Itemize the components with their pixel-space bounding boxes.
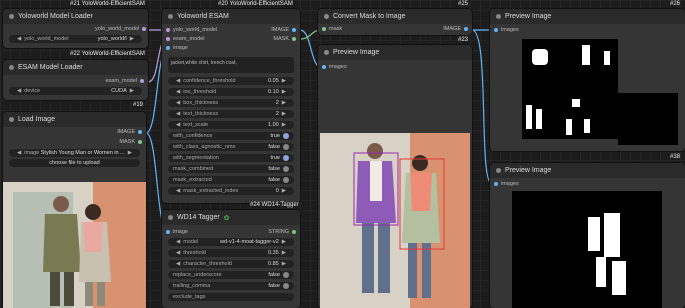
node-badge: #20 YoloWorld-EfficientSAM	[218, 1, 293, 7]
collapse-dot-icon[interactable]	[9, 117, 14, 122]
collapse-dot-icon[interactable]	[496, 14, 501, 19]
arrow-right-icon[interactable]: ▶	[130, 36, 134, 42]
image-output[interactable]: IMAGE	[443, 26, 468, 32]
yoloworld-esam-node[interactable]: Yoloworld ESAM yolo_world_model esam_mod…	[162, 9, 300, 203]
toggle-with-segmentation[interactable]: with_segmentation true	[168, 154, 294, 162]
output-slot[interactable]: yolo_world_model	[95, 26, 147, 32]
mask-output[interactable]: MASK	[119, 139, 142, 145]
images-input[interactable]: images	[494, 27, 519, 33]
image-output[interactable]: IMAGE	[271, 27, 296, 33]
node-badge: #23	[458, 37, 469, 43]
param-iou-threshold[interactable]: ◀ iou_threshold 0.10 ▶	[168, 88, 294, 96]
node-badge: #26	[670, 1, 681, 7]
param-box-thickness[interactable]: ◀ box_thickness 2 ▶	[168, 99, 294, 107]
collapse-dot-icon[interactable]	[168, 14, 173, 19]
source-photo	[3, 182, 146, 308]
node-title: Load Image	[18, 116, 55, 123]
node-badge: #25	[458, 1, 469, 7]
param-text-thickness[interactable]: ◀ text_thickness 2 ▶	[168, 110, 294, 118]
wd14-tagger-node[interactable]: WD14 Tagger ✿ image STRING ◀ model wd-v1-4-…	[162, 210, 300, 308]
upload-button[interactable]: choose file to upload	[9, 159, 140, 167]
load-image-node[interactable]: Load Image IMAGE MASK ◀ image Stylish You…	[3, 112, 146, 308]
device-select[interactable]: ◀ device CUDA ▶	[9, 87, 142, 95]
node-title: Preview Image	[505, 13, 552, 20]
mask-preview-b	[618, 93, 678, 145]
collapse-dot-icon[interactable]	[324, 50, 329, 55]
yolo-world-model-select[interactable]: ◀ yolo_world_model yolo_world/l ▶	[9, 35, 142, 43]
arrow-left-icon[interactable]: ◀	[17, 36, 21, 42]
node-title: Convert Mask to Image	[333, 13, 406, 20]
toggle-with-confidence[interactable]: with_confidence true	[168, 132, 294, 140]
param-text-scale[interactable]: ◀ text_scale 1.00 ▶	[168, 121, 294, 129]
node-title: WD14 Tagger	[177, 214, 220, 221]
image-input[interactable]: image	[166, 45, 188, 51]
toggle-replace-underscore[interactable]: replace_underscore false	[168, 271, 294, 279]
image-output[interactable]: IMAGE	[117, 129, 142, 135]
esam-model-input[interactable]: esam_model	[166, 36, 205, 42]
param-threshold[interactable]: ◀ threshold 0.35 ▶	[168, 249, 294, 257]
collapse-dot-icon[interactable]	[168, 215, 173, 220]
node-title: Preview Image	[505, 167, 552, 174]
image-input[interactable]: image	[166, 229, 188, 235]
image-select[interactable]: ◀ image Stylish Young Man or Women in ...…	[9, 149, 140, 157]
collapse-dot-icon[interactable]	[324, 14, 329, 19]
collapse-dot-icon[interactable]	[496, 168, 501, 173]
node-badge: #24 WD14-Tagger	[250, 202, 299, 208]
collapse-dot-icon[interactable]	[9, 14, 14, 19]
images-input[interactable]: images	[494, 181, 519, 187]
toggle-class-agnostic-nms[interactable]: with_class_agnostic_nms false	[168, 143, 294, 151]
node-title: ESAM Model Loader	[18, 64, 83, 71]
categories-textarea[interactable]: jacket,white shirt, trench coat,	[168, 57, 294, 73]
node-title: Yoloworld Model Loader	[18, 13, 93, 20]
mask-output[interactable]: MASK	[273, 36, 296, 42]
exclude-tags-input[interactable]: exclude_tags	[168, 293, 294, 301]
preview-image-node[interactable]: Preview Image images	[490, 163, 685, 308]
mask-input[interactable]: mask	[322, 26, 342, 32]
tag-icon: ✿	[223, 214, 230, 222]
toggle-mask-extracted[interactable]: mask_extracted false	[168, 176, 294, 184]
node-badge: #22 YoloWorld-EfficientSAM	[70, 51, 145, 57]
annotated-preview	[320, 133, 470, 308]
node-badge: #38	[670, 154, 681, 160]
param-confidence-threshold[interactable]: ◀ confidence_threshold 0.05 ▶	[168, 77, 294, 85]
toggle-trailing-comma[interactable]: trailing_comma false	[168, 282, 294, 290]
param-mask-extracted-index[interactable]: ◀ mask_extracted_index 0 ▶	[168, 187, 294, 195]
string-output[interactable]: STRING	[268, 229, 296, 235]
mask-preview-c	[512, 191, 662, 308]
esam-model-loader-node[interactable]: ESAM Model Loader esam_model ◀ device CUDA…	[3, 60, 148, 100]
mask-preview-a	[522, 39, 618, 139]
preview-image-node[interactable]: Preview Image images	[490, 9, 685, 151]
model-select[interactable]: ◀ model wd-v1-4-moat-tagger-v2 ▶	[168, 238, 294, 246]
esam-model-output[interactable]: esam_model	[106, 78, 144, 84]
node-badge: #19	[133, 102, 144, 108]
convert-mask-node[interactable]: Convert Mask to Image mask IMAGE	[318, 9, 472, 35]
node-title: Preview Image	[333, 49, 380, 56]
yolo-world-model-input[interactable]: yolo_world_model	[166, 27, 217, 33]
param-character-threshold[interactable]: ◀ character_threshold 0.85 ▶	[168, 260, 294, 268]
preview-image-node[interactable]: Preview Image images	[318, 45, 472, 308]
toggle-mask-combined[interactable]: mask_combined false	[168, 165, 294, 173]
node-title: Yoloworld ESAM	[177, 13, 229, 20]
node-badge: #21 YoloWorld-EfficientSAM	[70, 1, 145, 7]
collapse-dot-icon[interactable]	[9, 65, 14, 70]
images-input[interactable]: images	[322, 64, 347, 70]
